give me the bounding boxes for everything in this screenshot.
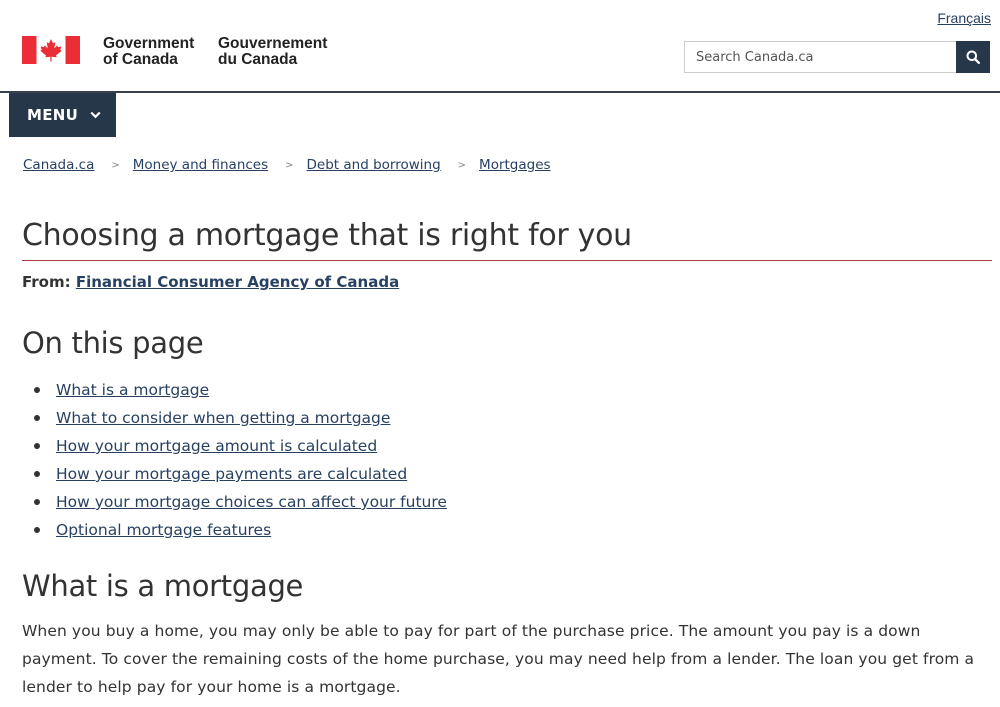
menu-label: MENU xyxy=(27,106,79,124)
brand-text-french: Gouvernement du Canada xyxy=(218,36,338,68)
toc-link-payments-calculated[interactable]: How your mortgage payments are calculate… xyxy=(56,465,407,483)
toc-link-what-is-a-mortgage[interactable]: What is a mortgage xyxy=(56,381,209,399)
page-title: Choosing a mortgage that is right for yo… xyxy=(22,218,632,253)
canada-flag-icon xyxy=(22,36,80,64)
brand-en-line1: Government xyxy=(103,35,195,52)
breadcrumb-link-mortgages[interactable]: Mortgages xyxy=(479,157,551,173)
breadcrumb: Canada.ca > Money and finances > Debt an… xyxy=(23,157,551,173)
toc-link-what-to-consider[interactable]: What to consider when getting a mortgage xyxy=(56,409,390,427)
language-toggle-link[interactable]: Français xyxy=(937,10,991,26)
header-divider xyxy=(0,91,1000,93)
breadcrumb-separator-icon: > xyxy=(111,159,120,171)
brand-fr-line1: Gouvernement xyxy=(218,35,328,52)
breadcrumb-separator-icon: > xyxy=(457,159,467,171)
from-line: From: Financial Consumer Agency of Canad… xyxy=(22,273,399,291)
bullet-icon xyxy=(34,415,40,421)
toc-item: What to consider when getting a mortgage xyxy=(34,404,447,432)
toc-item: How your mortgage amount is calculated xyxy=(34,432,447,460)
what-is-a-mortgage-paragraph: When you buy a home, you may only be abl… xyxy=(22,622,975,696)
site-search xyxy=(684,41,990,73)
on-this-page-heading: On this page xyxy=(22,326,204,360)
bullet-icon xyxy=(34,471,40,477)
breadcrumb-link-canada[interactable]: Canada.ca xyxy=(23,157,94,173)
toc-link-amount-calculated[interactable]: How your mortgage amount is calculated xyxy=(56,437,377,455)
search-icon xyxy=(966,50,980,64)
chevron-down-icon xyxy=(90,111,101,119)
breadcrumb-link-debt-and-borrowing[interactable]: Debt and borrowing xyxy=(307,157,441,173)
brand-fr-line2: du Canada xyxy=(218,51,298,68)
toc-link-choices-affect-future[interactable]: How your mortgage choices can affect you… xyxy=(56,493,447,511)
bullet-icon xyxy=(34,527,40,533)
breadcrumb-link-money-and-finances[interactable]: Money and finances xyxy=(133,157,268,173)
title-underline xyxy=(22,260,992,261)
breadcrumb-separator-icon: > xyxy=(285,159,294,171)
bullet-icon xyxy=(34,443,40,449)
search-button[interactable] xyxy=(956,41,990,73)
search-input[interactable] xyxy=(684,41,956,73)
from-agency-link[interactable]: Financial Consumer Agency of Canada xyxy=(76,273,399,291)
table-of-contents: What is a mortgage What to consider when… xyxy=(34,376,447,544)
government-of-canada-signature[interactable]: Government of Canada Gouvernement du Can… xyxy=(22,36,338,68)
toc-link-optional-features[interactable]: Optional mortgage features xyxy=(56,521,271,539)
toc-item: What is a mortgage xyxy=(34,376,447,404)
bullet-icon xyxy=(34,499,40,505)
menu-button[interactable]: MENU xyxy=(9,93,116,137)
brand-en-line2: of Canada xyxy=(103,51,178,68)
bullet-icon xyxy=(34,387,40,393)
toc-item: How your mortgage payments are calculate… xyxy=(34,460,447,488)
what-is-a-mortgage-heading: What is a mortgage xyxy=(22,569,304,603)
brand-text-english: Government of Canada xyxy=(103,36,199,68)
toc-item: How your mortgage choices can affect you… xyxy=(34,488,447,516)
from-label: From: xyxy=(22,273,71,291)
toc-item: Optional mortgage features xyxy=(34,516,447,544)
